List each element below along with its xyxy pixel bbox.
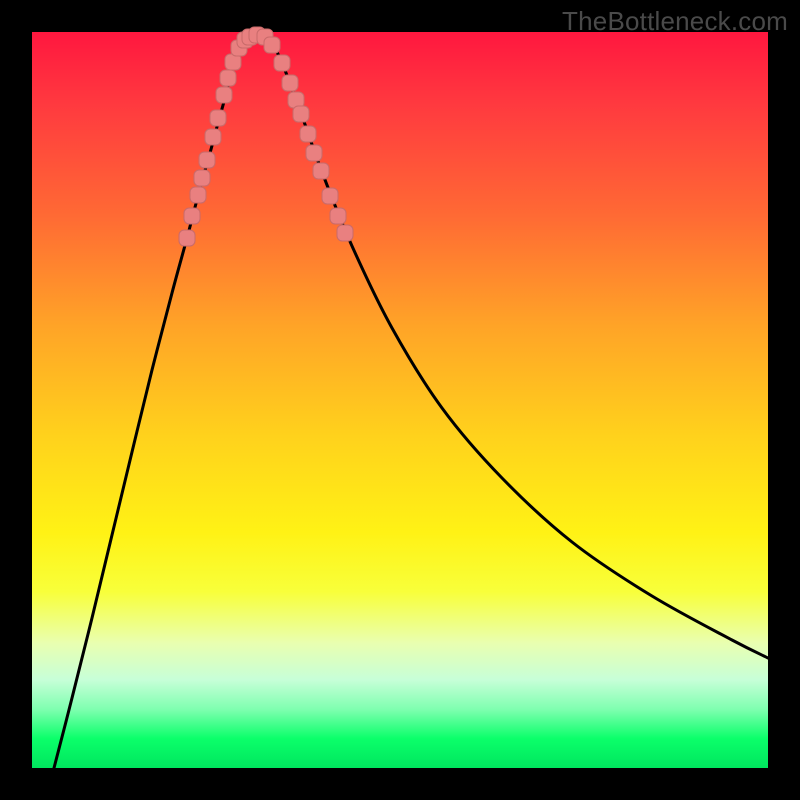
- curve-marker: [199, 152, 215, 168]
- curve-marker: [306, 145, 322, 161]
- curve-marker: [220, 70, 236, 86]
- curve-marker: [282, 75, 298, 91]
- curve-marker: [264, 37, 280, 53]
- curve-marker: [184, 208, 200, 224]
- curve-marker: [293, 106, 309, 122]
- curve-marker: [179, 230, 195, 246]
- curve-marker: [210, 110, 226, 126]
- curve-marker: [190, 187, 206, 203]
- curve-markers: [179, 27, 353, 246]
- curve-marker: [274, 55, 290, 71]
- curve-marker: [330, 208, 346, 224]
- bottleneck-curve: [54, 34, 768, 768]
- chart-svg: [32, 32, 768, 768]
- watermark-text: TheBottleneck.com: [562, 6, 788, 37]
- curve-marker: [300, 126, 316, 142]
- curve-marker: [216, 87, 232, 103]
- curve-marker: [313, 163, 329, 179]
- curve-marker: [194, 170, 210, 186]
- chart-frame: TheBottleneck.com: [0, 0, 800, 800]
- curve-marker: [337, 225, 353, 241]
- curve-marker: [205, 129, 221, 145]
- curve-marker: [322, 188, 338, 204]
- plot-area: [32, 32, 768, 768]
